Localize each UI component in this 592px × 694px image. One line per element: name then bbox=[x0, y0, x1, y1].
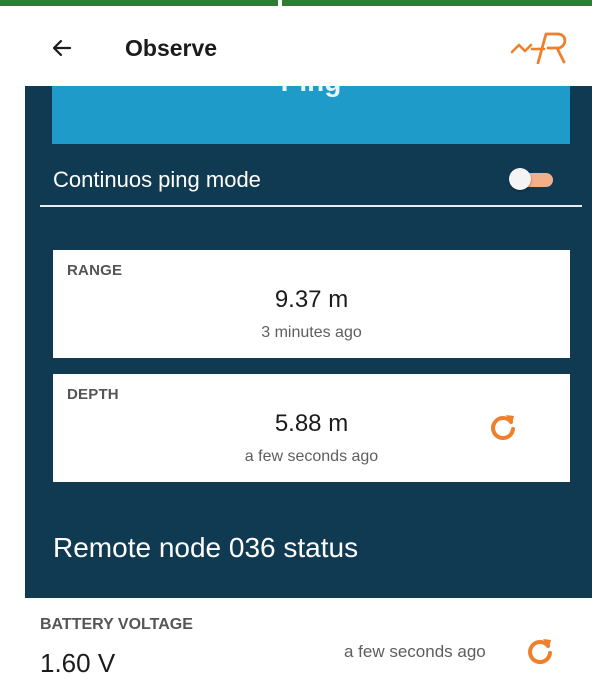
refresh-icon[interactable] bbox=[525, 636, 555, 666]
range-value: 9.37 m bbox=[274, 286, 349, 313]
continuous-ping-label: Continuos ping mode bbox=[53, 167, 261, 192]
depth-label: DEPTH bbox=[67, 386, 119, 403]
range-label: RANGE bbox=[67, 262, 123, 279]
divider bbox=[40, 205, 582, 207]
depth-card: DEPTH 5.88 m a few seconds ago bbox=[53, 374, 570, 482]
battery-voltage-value: 1.60 V bbox=[40, 648, 116, 678]
app-logo-icon bbox=[510, 32, 572, 65]
battery-voltage-label: BATTERY VOLTAGE bbox=[40, 616, 193, 633]
remote-node-status-title: Remote node 036 status bbox=[53, 532, 359, 563]
toggle-thumb bbox=[509, 168, 531, 190]
ping-button[interactable]: Ping bbox=[52, 86, 570, 144]
depth-timestamp: a few seconds ago bbox=[244, 448, 379, 465]
continuous-ping-toggle[interactable] bbox=[509, 168, 553, 190]
page-title: Observe bbox=[125, 35, 218, 61]
app-header: Observe bbox=[0, 6, 592, 86]
ping-button-label: Ping bbox=[52, 86, 570, 98]
range-card: RANGE 9.37 m 3 minutes ago bbox=[53, 250, 570, 358]
arrow-left-icon[interactable] bbox=[48, 34, 76, 62]
refresh-icon[interactable] bbox=[488, 412, 518, 442]
range-timestamp: 3 minutes ago bbox=[261, 324, 362, 341]
battery-timestamp: a few seconds ago bbox=[344, 642, 486, 661]
